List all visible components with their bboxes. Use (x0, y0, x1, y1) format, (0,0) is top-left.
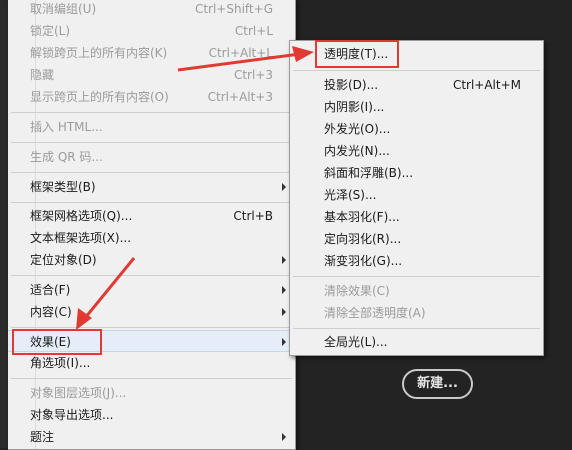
menu-separator (11, 275, 292, 276)
object-context-menu: 取消编组(U) Ctrl+Shift+G 锁定(L) Ctrl+L 解锁跨页上的… (8, 0, 296, 450)
workspace-edge (0, 0, 8, 448)
submenu-arrow-icon (282, 286, 286, 294)
submenu-item-gradient-feather[interactable]: 渐变羽化(G)... (290, 250, 543, 272)
submenu-item-satin[interactable]: 光泽(S)... (290, 184, 543, 206)
submenu-arrow-icon (282, 338, 286, 346)
submenu-arrow-icon (282, 433, 286, 441)
menu-item-corner-options[interactable]: 角选项(I)... (8, 352, 295, 374)
submenu-item-global-light[interactable]: 全局光(L)... (290, 331, 543, 353)
submenu-item-clear-all-transparency[interactable]: 清除全部透明度(A) (290, 302, 543, 324)
menu-separator (11, 378, 292, 379)
menu-item-fitting[interactable]: 适合(F) (8, 279, 295, 301)
menu-separator (11, 142, 292, 143)
menu-separator (11, 327, 292, 328)
menu-item-text-frame-options[interactable]: 文本框架选项(X)... (8, 227, 295, 249)
menu-separator (293, 328, 540, 329)
menu-item-object-layer-options[interactable]: 对象图层选项(J)... (8, 382, 295, 404)
menu-separator (293, 276, 540, 277)
menu-item-frame-grid-options[interactable]: 框架网格选项(Q)... Ctrl+B (8, 205, 295, 227)
menu-separator (11, 202, 292, 203)
submenu-item-bevel-emboss[interactable]: 斜面和浮雕(B)... (290, 162, 543, 184)
effects-submenu: 透明度(T)... 投影(D)... Ctrl+Alt+M 内阴影(I)... … (289, 40, 544, 356)
submenu-item-drop-shadow[interactable]: 投影(D)... Ctrl+Alt+M (290, 74, 543, 96)
menu-item-hide[interactable]: 隐藏 Ctrl+3 (8, 64, 295, 86)
submenu-arrow-icon (282, 308, 286, 316)
submenu-item-basic-feather[interactable]: 基本羽化(F)... (290, 206, 543, 228)
menu-item-generate-qr[interactable]: 生成 QR 码... (8, 146, 295, 168)
menu-item-ungroup[interactable]: 取消编组(U) Ctrl+Shift+G (8, 0, 295, 20)
submenu-item-inner-glow[interactable]: 内发光(N)... (290, 140, 543, 162)
new-button[interactable]: 新建... (402, 369, 473, 399)
submenu-arrow-icon (282, 256, 286, 264)
submenu-arrow-icon (282, 183, 286, 191)
menu-separator (11, 172, 292, 173)
menu-item-lock[interactable]: 锁定(L) Ctrl+L (8, 20, 295, 42)
transparency-highlight-box (315, 40, 399, 68)
menu-item-show-all[interactable]: 显示跨页上的所有内容(O) Ctrl+Alt+3 (8, 86, 295, 108)
submenu-item-clear-effects[interactable]: 清除效果(C) (290, 280, 543, 302)
submenu-item-inner-shadow[interactable]: 内阴影(I)... (290, 96, 543, 118)
submenu-item-directional-feather[interactable]: 定向羽化(R)... (290, 228, 543, 250)
menu-item-frame-type[interactable]: 框架类型(B) (8, 176, 295, 198)
menu-item-content[interactable]: 内容(C) (8, 301, 295, 323)
effects-highlight-box (12, 329, 102, 355)
menu-item-anchored-object[interactable]: 定位对象(D) (8, 249, 295, 271)
menu-item-insert-html[interactable]: 插入 HTML... (8, 116, 295, 138)
submenu-item-outer-glow[interactable]: 外发光(O)... (290, 118, 543, 140)
menu-separator (11, 112, 292, 113)
menu-separator (293, 70, 540, 71)
menu-item-unlock-all[interactable]: 解锁跨页上的所有内容(K) Ctrl+Alt+L (8, 42, 295, 64)
menu-item-captions[interactable]: 题注 (8, 426, 295, 448)
menu-item-object-export-options[interactable]: 对象导出选项... (8, 404, 295, 426)
